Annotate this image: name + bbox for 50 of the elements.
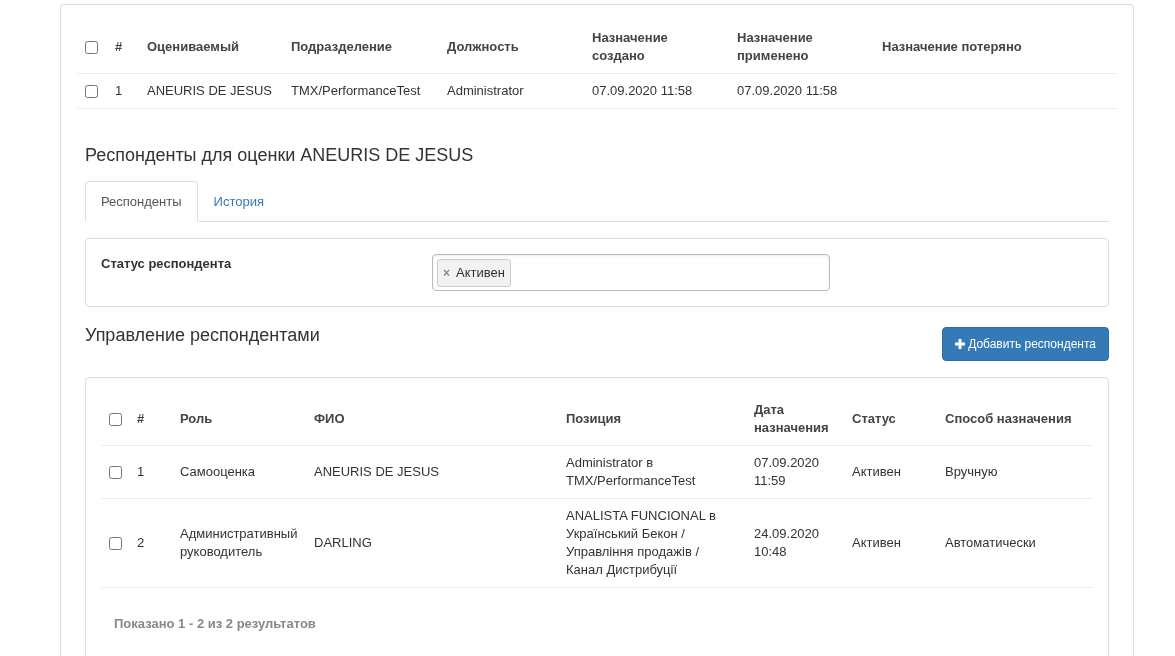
tab[interactable]: Респонденты <box>85 180 198 223</box>
table-cell: DARLING <box>314 535 372 551</box>
table-cell: 1 <box>115 83 123 98</box>
table-cell: Автоматически <box>945 535 1036 551</box>
tab[interactable]: История <box>197 180 280 223</box>
table-cell: Активен <box>852 535 901 551</box>
row-checkbox[interactable] <box>109 537 122 551</box>
select-all-checkbox[interactable] <box>85 41 98 55</box>
column-header: Статус <box>852 411 896 427</box>
table-cell: 2 <box>137 535 145 551</box>
table-cell: ANEURIS DE JESUS <box>314 464 439 480</box>
column-header: Оцениваемый <box>147 39 239 54</box>
column-header: Назначение применено <box>737 30 813 63</box>
table-cell: Административный руководитель <box>180 526 298 560</box>
table-cell: Самооценка <box>180 464 256 480</box>
column-header: Способ назначения <box>945 411 1072 427</box>
results-summary: Показано 1 - 2 из 2 результатов <box>114 615 317 634</box>
add-respondent-button[interactable]: Добавить респондента <box>942 327 1109 362</box>
column-header: Подразделение <box>291 39 393 54</box>
table-cell: 07.09.2020 11:58 <box>737 83 838 98</box>
table-cell: Administrator в TMX/PerformanceTest <box>566 455 696 489</box>
table-cell: TMX/PerformanceTest <box>291 83 421 98</box>
column-header: # <box>115 39 123 54</box>
row-checkbox[interactable] <box>85 85 98 99</box>
row-checkbox[interactable] <box>109 466 122 480</box>
column-header: Должность <box>447 39 519 54</box>
filter-label: Статус респондента <box>101 256 232 272</box>
table-cell: Вручную <box>945 464 998 480</box>
table-cell: 24.09.2020 10:48 <box>754 526 820 560</box>
column-header: Назначение потеряно <box>882 39 1022 54</box>
table-cell: 1 <box>137 464 145 480</box>
section-title: Управление респондентами <box>85 325 320 347</box>
table-cell: 07.09.2020 11:58 <box>592 83 693 98</box>
table-cell: 07.09.2020 11:59 <box>754 455 820 489</box>
column-header: Дата назначения <box>754 402 829 436</box>
section-title: Респонденты для оценки ANEURIS DE JESUS <box>85 145 475 167</box>
table-cell: Активен <box>852 464 901 480</box>
status-select[interactable]: × Активен <box>432 254 830 292</box>
table-cell: Administrator <box>447 83 524 98</box>
remove-tag-button[interactable]: × <box>443 263 450 282</box>
column-header: Роль <box>180 411 213 427</box>
column-header: Назначение создано <box>592 30 668 63</box>
select-all-checkbox[interactable] <box>109 413 122 427</box>
tag-label: Активен <box>456 264 505 283</box>
table-cell: ANALISTA FUNCIONAL в Український Бекон / Управління продажів / Канал Дистрибуції <box>566 508 716 578</box>
plus-icon <box>955 339 966 350</box>
column-header: # <box>137 411 145 427</box>
table-cell: ANEURIS DE JESUS <box>147 83 272 98</box>
column-header: ФИО <box>314 411 345 427</box>
column-header: Позиция <box>566 411 622 427</box>
